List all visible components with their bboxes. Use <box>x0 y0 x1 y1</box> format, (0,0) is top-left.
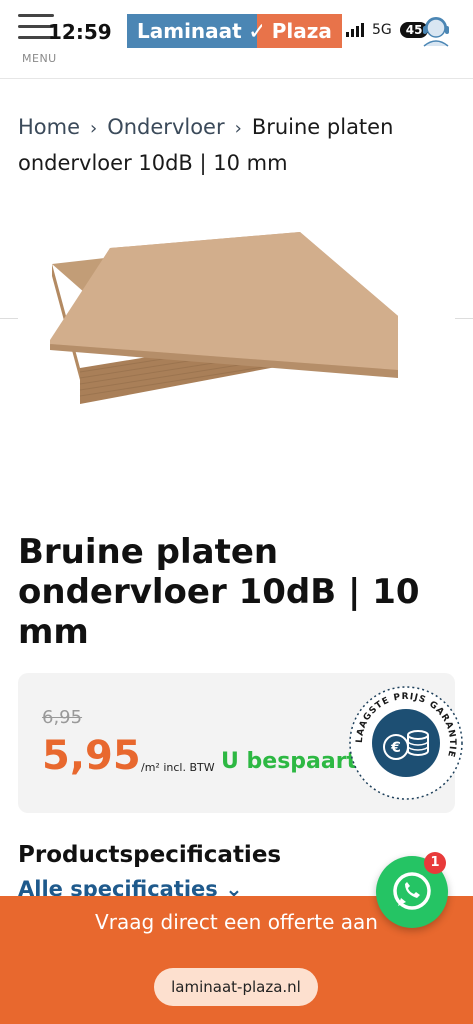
product-title: Bruine platen ondervloer 10dB | 10 mm <box>18 532 420 652</box>
menu-label: MENU <box>22 52 57 65</box>
breadcrumb-ondervloer[interactable]: Ondervloer <box>107 115 224 139</box>
saving-label: U bespaart <box>221 749 358 774</box>
site-logo[interactable]: Laminaat ✓ Plaza <box>127 14 342 48</box>
site-header: MENU 12:59 Laminaat ✓ Plaza 5G 45 <box>0 0 473 79</box>
network-label: 5G <box>372 22 392 38</box>
price-unit: /m² incl. BTW <box>141 761 215 774</box>
breadcrumb: Home › Ondervloer › Bruine platen ondervloer… <box>18 110 458 180</box>
old-price: 6,95 <box>42 707 83 728</box>
current-price: 5,95 <box>42 733 141 779</box>
status-indicators: 5G 45 <box>346 22 429 38</box>
breadcrumb-home[interactable]: Home <box>18 115 80 139</box>
browser-url-pill[interactable]: laminaat-plaza.nl <box>154 968 318 1006</box>
logo-text-left: Laminaat <box>127 14 252 48</box>
logo-text-right: Plaza <box>261 14 342 48</box>
specs-title: Productspecificaties <box>18 842 282 868</box>
signal-icon <box>346 23 364 37</box>
product-image[interactable] <box>0 200 473 440</box>
svg-text:€: € <box>390 740 401 756</box>
breadcrumb-separator: › <box>234 118 242 139</box>
price-box: 6,95 5,95 /m² incl. BTW U bespaart LAAGS… <box>18 673 463 813</box>
notification-badge: 1 <box>424 852 446 874</box>
lowest-price-guarantee-badge: LAAGSTE PRIJS GARANTIE € <box>348 685 464 801</box>
breadcrumb-separator: › <box>90 118 98 139</box>
customer-support-icon[interactable] <box>418 12 454 48</box>
status-time: 12:59 <box>48 20 112 44</box>
